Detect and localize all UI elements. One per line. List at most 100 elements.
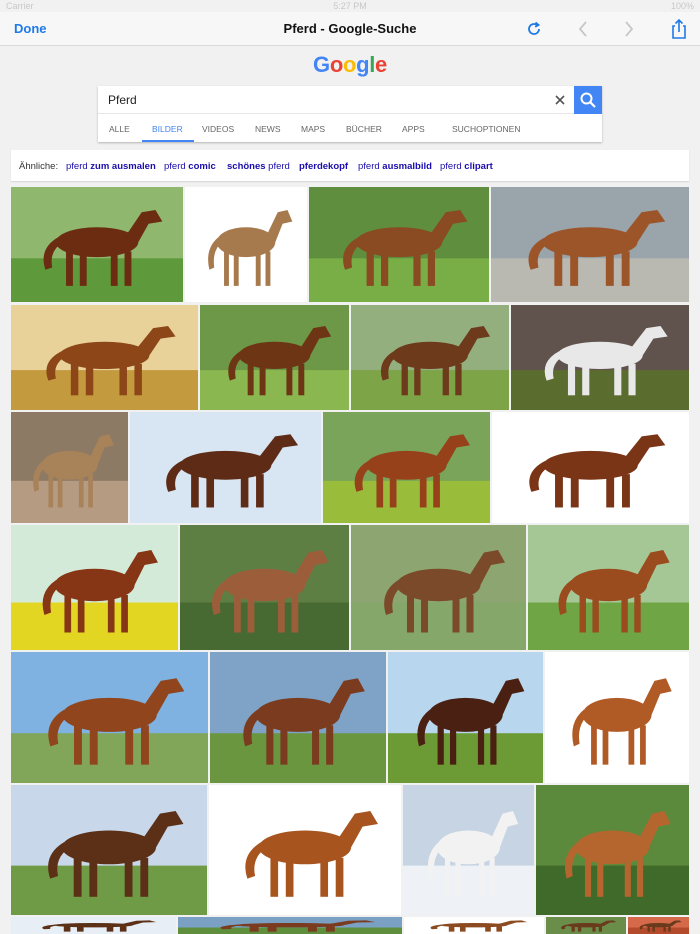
image-result-chestnut-horse-rapeseed[interactable] [11,525,178,650]
horse-photo [130,412,321,523]
tab-bilder[interactable]: BILDER [152,124,183,134]
horse-photo [403,785,534,915]
tab-apps[interactable]: APPS [402,124,425,134]
horse-photo [11,525,178,650]
image-result-partial-row-5[interactable] [628,917,689,934]
image-result-white-horse-storm[interactable] [511,305,689,410]
image-result-partial-row-1[interactable] [11,917,176,934]
clear-icon[interactable] [554,90,566,113]
back-arrow-icon[interactable] [572,18,594,40]
image-result-horse-sunset-field[interactable] [11,305,198,410]
image-result-partial-row-2[interactable] [178,917,402,934]
search-box: Pferd ALLE BILDER VIDEOS NEWS MAPS BÜCHE… [98,86,602,142]
related-chip-text: pferd [265,161,290,172]
share-icon[interactable] [668,18,690,40]
horse-photo [528,525,689,650]
related-chip-text: schönes [227,161,266,172]
horse-photo [309,187,489,302]
horse-photo [492,412,689,523]
horse-photo [536,785,689,915]
image-result-horse-running-white-bg[interactable] [492,412,689,523]
related-chip-text: pferd [164,161,186,172]
related-chip-text: zum ausmalen [87,161,156,172]
horse-photo [11,917,176,934]
related-chip[interactable]: pferd ausmalbild [358,161,432,172]
horse-photo [491,187,689,302]
image-result-chestnut-horse-flowers[interactable] [323,412,490,523]
image-result-bay-horse-standing[interactable] [11,187,183,302]
google-logo[interactable]: Google [0,52,700,78]
image-result-partial-row-3[interactable] [404,917,544,934]
image-result-bay-horse-trotting[interactable] [200,305,349,410]
image-result-pinto-horse[interactable] [351,525,526,650]
image-result-haflinger-head[interactable] [536,785,689,915]
image-result-chestnut-horse-white-bg[interactable] [545,652,689,783]
horse-photo [180,525,349,650]
horse-photo [545,652,689,783]
image-result-bay-horse-sky[interactable] [11,652,208,783]
tab-videos[interactable]: VIDEOS [202,124,234,134]
horse-photo [351,525,526,650]
horse-photo [546,917,626,934]
logo-letter: e [375,52,387,77]
navigation-bar: Done Pferd - Google-Suche [0,12,700,46]
logo-letter: o [329,52,343,77]
horse-photo [200,305,349,410]
tab-news[interactable]: NEWS [255,124,281,134]
search-input[interactable]: Pferd [108,93,137,107]
related-chip-text: ausmalbild [379,161,432,172]
horse-photo [11,187,183,302]
image-result-brown-horse-meadow[interactable] [351,305,509,410]
image-result-mare-with-foal[interactable] [309,187,489,302]
image-result-bay-horse-fence[interactable] [11,785,207,915]
image-result-chunky-chestnut-horse[interactable] [528,525,689,650]
tab-suchoptionen[interactable]: SUCHOPTIONEN [452,124,520,134]
related-chip[interactable]: pferdekopf [299,161,348,172]
horse-photo [11,412,128,523]
horse-photo [388,652,543,783]
related-chip[interactable]: pferd clipart [440,161,493,172]
related-chip[interactable]: pferd comic [164,161,216,172]
image-result-horse-leaping-white-bg[interactable] [209,785,401,915]
related-chip-text: clipart [461,161,493,172]
horse-photo [11,305,198,410]
related-searches: Ähnliche: pferd zum ausmalen pferd comic… [11,150,689,181]
horse-photo [209,785,401,915]
horse-photo [323,412,490,523]
horse-photo [210,652,386,783]
horse-photo [628,917,689,934]
image-result-horses-rearing[interactable] [388,652,543,783]
horse-photo [11,785,207,915]
logo-letter: o [342,52,357,77]
related-chip-text: pferd [358,161,380,172]
related-label: Ähnliche: [19,161,59,172]
related-chip[interactable]: pferd zum ausmalen [66,161,156,172]
search-tabs: ALLE BILDER VIDEOS NEWS MAPS BÜCHER APPS… [98,114,602,142]
image-result-palomino-pony-white-bg[interactable] [185,187,307,302]
clock: 5:27 PM [333,1,367,11]
image-result-partial-row-4[interactable] [546,917,626,934]
horse-photo [11,652,208,783]
tab-alle[interactable]: ALLE [109,124,130,134]
reload-icon[interactable] [523,18,545,40]
active-tab-indicator [142,140,194,142]
image-result-blaze-face-horse[interactable] [180,525,349,650]
search-input-row: Pferd [98,86,602,114]
page-title: Pferd - Google-Suche [283,21,417,36]
forward-arrow-icon[interactable] [618,18,640,40]
tab-maps[interactable]: MAPS [301,124,325,134]
image-result-horse-grazing[interactable] [210,652,386,783]
tab-buecher[interactable]: BÜCHER [346,124,382,134]
battery-label: 100% [670,1,694,11]
logo-letter: G [313,52,330,77]
image-result-white-horse-snow[interactable] [403,785,534,915]
image-result-horse-galloping-clouds[interactable] [491,187,689,302]
related-chip-text: pferd [440,161,462,172]
logo-letter: g [356,52,370,77]
search-button[interactable] [574,86,602,114]
horse-photo [511,305,689,410]
related-chip-text: pferdekopf [299,161,349,172]
image-result-laughing-horse-head[interactable] [130,412,321,523]
related-chip[interactable]: schönes pferd [227,161,290,172]
image-result-przewalski-horse[interactable] [11,412,128,523]
